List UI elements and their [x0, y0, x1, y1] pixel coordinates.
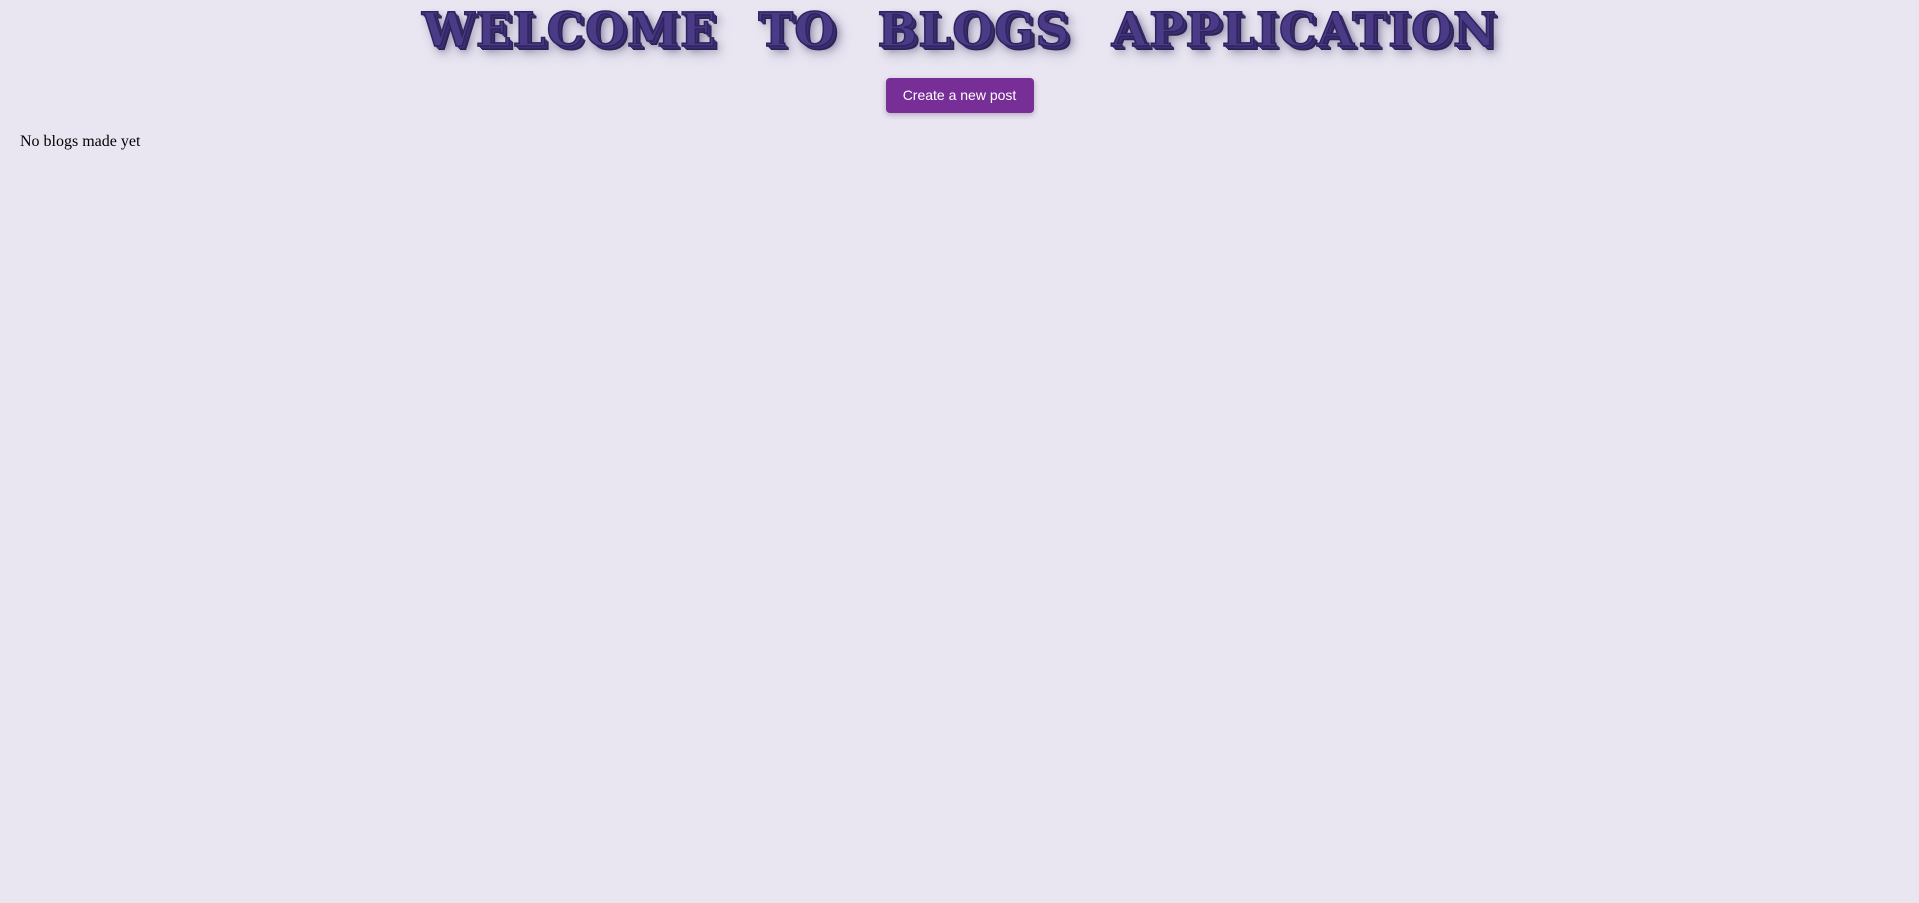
- page-header: WELCOME TO BLOGS APPLICATION: [0, 0, 1919, 64]
- create-post-button[interactable]: Create a new post: [885, 78, 1034, 113]
- actions-bar: Create a new post: [0, 78, 1919, 113]
- empty-state-message: No blogs made yet: [20, 133, 141, 150]
- blogs-list: No blogs made yet: [20, 131, 140, 153]
- page-title: WELCOME TO BLOGS APPLICATION: [421, 2, 1497, 59]
